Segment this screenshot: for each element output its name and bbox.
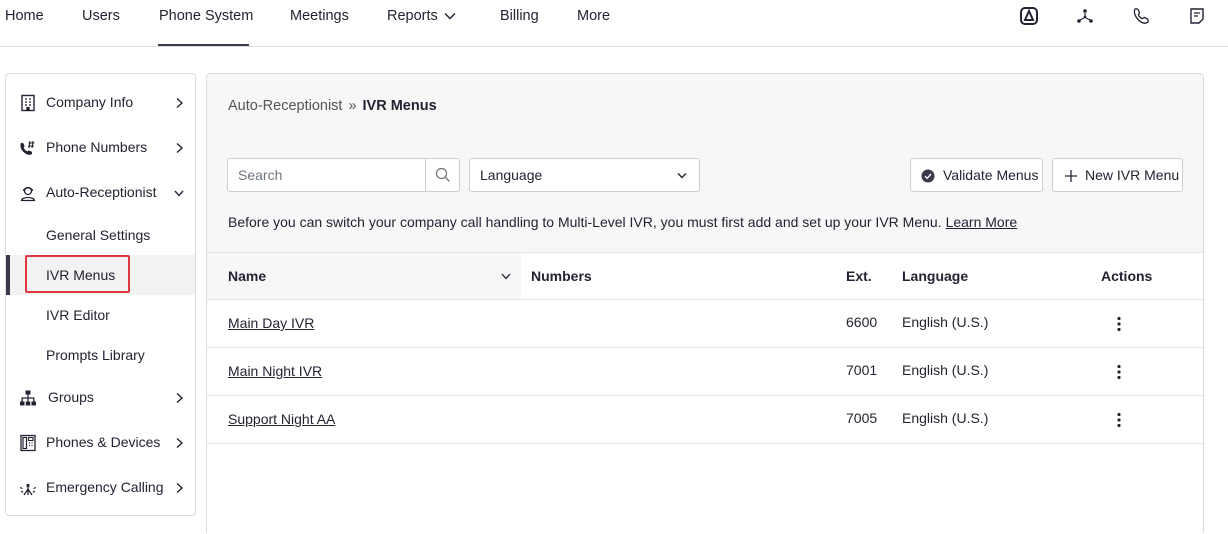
sidebar-item-phones-devices[interactable]: Phones & Devices	[6, 423, 195, 463]
chevron-right-icon	[176, 482, 184, 494]
ivr-menu-ext: 6600	[846, 314, 878, 330]
header-ext: Ext.	[846, 268, 872, 284]
emergency-icon	[19, 483, 37, 496]
language-select-label: Language	[480, 167, 543, 183]
nav-home[interactable]: Home	[5, 7, 44, 25]
sidebar-item-auto-receptionist[interactable]: Auto-Receptionist	[6, 173, 195, 213]
sidebar-item-groups[interactable]: Groups	[6, 378, 195, 418]
sidebar-item-label: Company Info	[46, 94, 134, 110]
receptionist-icon	[20, 186, 36, 202]
chevron-down-icon	[174, 190, 184, 197]
zoom-apps-icon[interactable]	[1019, 6, 1039, 26]
sidebar-subitem-label: IVR Menus	[46, 267, 116, 283]
header-language: Language	[902, 268, 969, 284]
sidebar-item-company-info[interactable]: Company Info	[6, 83, 195, 123]
nav-billing[interactable]: Billing	[500, 7, 539, 25]
new-ivr-menu-button[interactable]: New IVR Menu	[1052, 158, 1183, 192]
ivr-menu-language: English (U.S.)	[902, 314, 989, 330]
nav-more[interactable]: More	[577, 7, 610, 25]
ivr-menu-name-link[interactable]: Main Night IVR	[228, 363, 322, 379]
ivr-menu-name-link[interactable]: Support Night AA	[228, 411, 335, 427]
breadcrumb-separator-icon: »	[348, 98, 357, 114]
sidebar-subitem-label: General Settings	[46, 227, 151, 243]
sidebar-subitem-ivr-editor[interactable]: IVR Editor	[6, 295, 195, 335]
sidebar-item-label: Emergency Calling	[46, 479, 164, 495]
ivr-menu-name-link[interactable]: Main Day IVR	[228, 315, 314, 331]
top-navigation: Home Users Phone System Meetings Reports…	[0, 0, 1228, 47]
sidebar-item-label: Groups	[48, 389, 94, 405]
sidebar-subitem-prompts-library[interactable]: Prompts Library	[6, 335, 195, 375]
table-empty-area	[207, 444, 1203, 534]
ivr-menu-language: English (U.S.)	[902, 410, 989, 426]
search-button[interactable]	[425, 159, 459, 191]
groups-icon	[20, 390, 36, 406]
language-select[interactable]: Language	[469, 158, 700, 192]
search-icon	[435, 167, 450, 182]
nav-users[interactable]: Users	[82, 7, 120, 25]
breadcrumb-parent[interactable]: Auto-Receptionist	[228, 98, 342, 114]
ivr-menu-ext: 7005	[846, 410, 878, 426]
phone-number-icon	[20, 140, 35, 155]
search-box	[227, 158, 460, 192]
new-ivr-menu-label: New IVR Menu	[1085, 167, 1180, 183]
chevron-down-icon	[677, 173, 687, 179]
nav-meetings[interactable]: Meetings	[290, 7, 349, 25]
building-icon	[21, 94, 35, 112]
chevron-right-icon	[176, 437, 184, 449]
sidebar-item-label: Auto-Receptionist	[46, 184, 157, 200]
nav-phone-system[interactable]: Phone System	[159, 7, 253, 25]
table-row: Main Day IVR 6600 English (U.S.)	[207, 300, 1203, 348]
learn-more-link[interactable]: Learn More	[946, 214, 1018, 230]
sidebar-item-emergency-calling[interactable]: Emergency Calling	[6, 468, 195, 508]
info-message: Before you can switch your company call …	[228, 214, 1017, 230]
chevron-right-icon	[176, 97, 184, 109]
table-row: Main Night IVR 7001 English (U.S.)	[207, 348, 1203, 396]
sidebar-subitem-general-settings[interactable]: General Settings	[6, 215, 195, 255]
sidebar-item-label: Phone Numbers	[46, 139, 148, 155]
header-actions: Actions	[1101, 268, 1153, 284]
sort-chevron-icon[interactable]	[501, 273, 511, 280]
sidebar-item-phone-numbers[interactable]: Phone Numbers	[6, 128, 195, 168]
main-panel: Auto-Receptionist » IVR Menus Language Val…	[206, 73, 1204, 534]
more-actions-icon[interactable]	[1111, 362, 1127, 382]
active-indicator-bar	[6, 255, 10, 295]
settings-sidebar: Company Info Phone Numbers Auto-Receptio…	[5, 73, 196, 516]
plus-icon	[1065, 170, 1077, 182]
check-circle-icon	[921, 169, 935, 183]
ivr-menu-ext: 7001	[846, 362, 878, 378]
validate-menus-button[interactable]: Validate Menus	[910, 158, 1043, 192]
network-icon[interactable]	[1075, 6, 1095, 26]
sidebar-subitem-label: IVR Editor	[46, 307, 110, 323]
table-header: Name Numbers Ext. Language Actions	[207, 252, 1203, 300]
breadcrumb-current: IVR Menus	[362, 98, 437, 114]
sidebar-subitem-ivr-menus[interactable]: IVR Menus	[6, 255, 195, 295]
info-text: Before you can switch your company call …	[228, 214, 942, 230]
phone-icon[interactable]	[1131, 6, 1151, 26]
header-name[interactable]: Name	[228, 268, 266, 284]
desk-phone-icon	[20, 434, 36, 452]
table-row: Support Night AA 7005 English (U.S.)	[207, 396, 1203, 444]
chevron-down-icon	[444, 13, 456, 20]
sidebar-item-label: Phones & Devices	[46, 434, 161, 450]
active-tab-indicator	[158, 44, 249, 46]
sidebar-subitem-label: Prompts Library	[46, 347, 145, 363]
more-actions-icon[interactable]	[1111, 410, 1127, 430]
chevron-right-icon	[176, 142, 184, 154]
search-input[interactable]	[228, 159, 425, 191]
chevron-right-icon	[176, 392, 184, 404]
notes-icon[interactable]	[1187, 6, 1207, 26]
nav-reports-label: Reports	[387, 8, 438, 24]
header-numbers: Numbers	[531, 268, 592, 284]
ivr-menu-language: English (U.S.)	[902, 362, 989, 378]
nav-reports[interactable]: Reports	[387, 7, 456, 25]
more-actions-icon[interactable]	[1111, 314, 1127, 334]
breadcrumb: Auto-Receptionist » IVR Menus	[228, 98, 437, 114]
validate-menus-label: Validate Menus	[943, 167, 1039, 183]
